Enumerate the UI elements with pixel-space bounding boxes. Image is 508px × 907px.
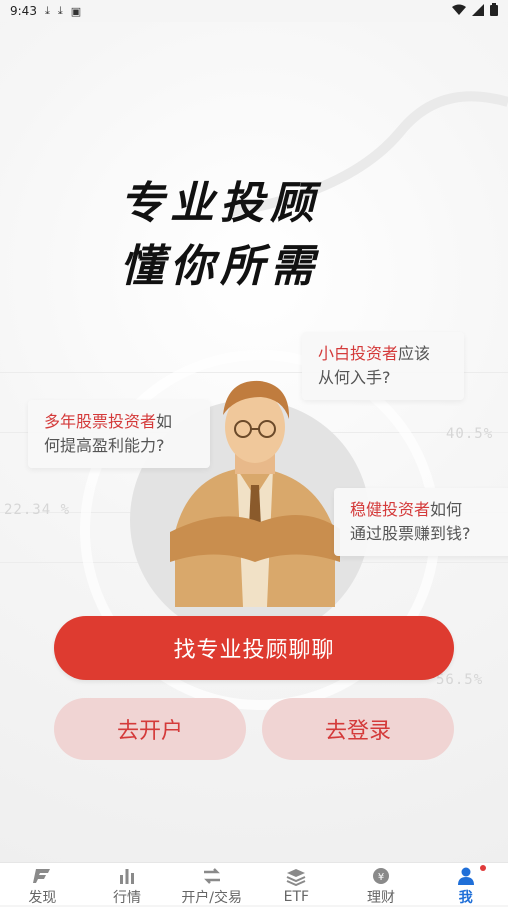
bg-percent: 40.5%: [446, 426, 494, 442]
bubble-text: 如何: [430, 500, 463, 519]
tab-market[interactable]: 行情: [85, 863, 170, 906]
tab-label: 行情: [113, 890, 141, 906]
download-icon: ⤓: [57, 4, 63, 17]
tab-label: 开户/交易: [181, 890, 243, 906]
tab-label: 发现: [28, 890, 57, 906]
tab-label: 理财: [367, 890, 396, 906]
person-icon: [457, 867, 475, 885]
status-time: 9:43: [10, 4, 37, 18]
tab-discover[interactable]: 发现: [0, 863, 85, 906]
bg-percent: 22.34 %: [4, 502, 71, 518]
signal-icon: [472, 3, 484, 19]
app-icon: ▣: [70, 4, 82, 18]
login-button[interactable]: 去登录: [262, 698, 454, 760]
question-bubble-beginner: 小白投资者应该 从何入手?: [302, 332, 464, 400]
wifi-icon: [452, 4, 466, 19]
bubble-highlight: 稳健投资者: [350, 500, 431, 519]
bottom-tab-bar: 发现 行情 开户/交易 ETF ¥ 理财 我: [0, 862, 508, 906]
bubble-text: 通过股票赚到钱?: [350, 524, 471, 543]
tab-etf[interactable]: ETF: [254, 863, 339, 905]
yuan-coin-icon: ¥: [372, 867, 390, 885]
bg-percent: 56.5%: [436, 672, 484, 688]
status-bar: 9:43 ⤓ ⤓ ▣: [0, 0, 508, 22]
bubble-highlight: 多年股票投资者: [44, 412, 157, 431]
bubble-text: 从何入手?: [318, 368, 391, 387]
download-icon: ⤓: [44, 4, 50, 17]
open-account-button[interactable]: 去开户: [54, 698, 246, 760]
layers-icon: [286, 867, 306, 887]
swap-icon: [202, 867, 222, 885]
tab-wealth[interactable]: ¥ 理财: [339, 863, 424, 906]
tab-label: 我: [458, 890, 473, 906]
discover-icon: [32, 867, 52, 885]
bubble-text: 何提高盈利能力?: [44, 436, 165, 455]
question-bubble-steady: 稳健投资者如何 通过股票赚到钱?: [334, 488, 508, 556]
chart-bar-icon: [118, 867, 136, 885]
bubble-text: 如: [156, 412, 173, 431]
battery-icon: [490, 3, 498, 19]
bubble-highlight: 小白投资者: [318, 344, 399, 363]
talk-to-advisor-button[interactable]: 找专业投顾聊聊: [54, 616, 454, 680]
bubble-text: 应该: [398, 344, 431, 363]
headline-line1: 专业投顾: [120, 178, 320, 229]
tab-me[interactable]: 我: [423, 863, 508, 906]
tab-trade[interactable]: 开户/交易: [169, 863, 254, 906]
tab-label: ETF: [283, 889, 310, 905]
question-bubble-experienced: 多年股票投资者如 何提高盈利能力?: [28, 400, 210, 468]
headline-line2: 懂你所需: [120, 241, 320, 292]
svg-text:¥: ¥: [378, 872, 384, 883]
notification-dot: [480, 865, 487, 871]
